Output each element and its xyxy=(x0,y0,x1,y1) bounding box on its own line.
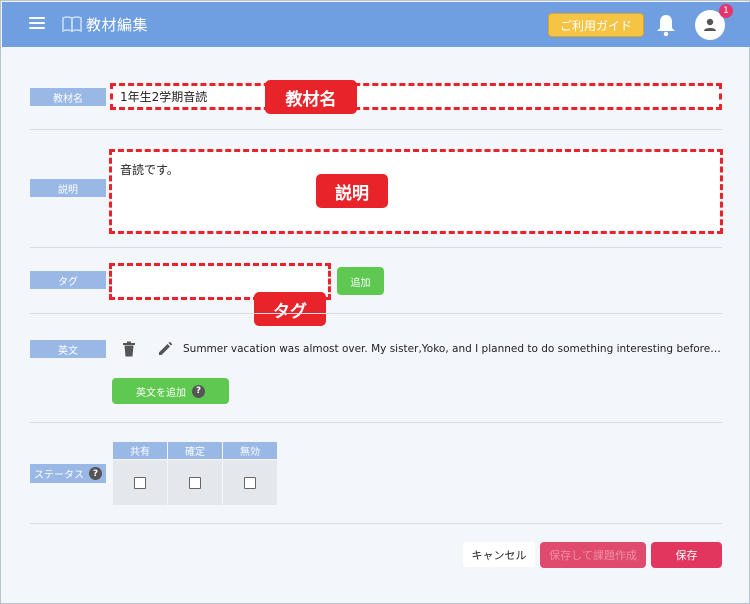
divider xyxy=(30,129,722,130)
status-col-shared: 共有 xyxy=(113,442,167,459)
page-title: 教材編集 xyxy=(86,16,149,34)
divider xyxy=(30,247,722,248)
help-icon[interactable]: ? xyxy=(192,384,205,398)
book-icon xyxy=(62,16,82,33)
menu-icon[interactable] xyxy=(29,17,45,31)
status-col-disabled: 無効 xyxy=(223,442,277,459)
bell-icon[interactable] xyxy=(655,13,677,37)
guide-button[interactable]: ご利用ガイド xyxy=(548,13,644,37)
help-icon[interactable]: ? xyxy=(89,467,102,480)
english-sentence[interactable]: Summer vacation was almost over. My sist… xyxy=(183,343,723,355)
save-button[interactable]: 保存 xyxy=(651,542,722,568)
divider xyxy=(30,422,722,423)
divider xyxy=(30,313,722,314)
tag-annotation: タグ xyxy=(254,292,326,326)
notification-badge: 1 xyxy=(719,4,733,18)
add-english-label: 英文を追加 xyxy=(136,387,186,399)
status-col-confirmed: 確定 xyxy=(168,442,222,459)
app-header: 教材編集 ご利用ガイド 1 xyxy=(2,2,750,47)
divider xyxy=(30,523,722,524)
confirmed-checkbox[interactable] xyxy=(189,476,201,489)
add-english-button[interactable]: 英文を追加 ? xyxy=(112,378,229,404)
shared-checkbox[interactable] xyxy=(134,476,146,489)
add-tag-button[interactable]: 追加 xyxy=(337,267,384,295)
name-label: 教材名 xyxy=(30,88,106,106)
name-highlight xyxy=(110,83,722,110)
status-label: ステータス ? xyxy=(30,464,106,483)
description-highlight xyxy=(109,149,723,234)
status-cell xyxy=(223,460,277,505)
tag-label: タグ xyxy=(30,271,106,289)
save-and-create-task-button[interactable]: 保存して課題作成 xyxy=(540,542,646,568)
description-label: 説明 xyxy=(30,179,106,197)
pencil-icon[interactable] xyxy=(157,341,173,357)
status-cell xyxy=(168,460,222,505)
status-label-text: ステータス xyxy=(34,470,84,481)
trash-icon[interactable] xyxy=(122,341,136,357)
app-frame: 教材編集 ご利用ガイド 1 教材名 1年生2学期音読 教材名 説明 音読です。 … xyxy=(0,0,750,604)
description-annotation: 説明 xyxy=(316,174,388,208)
user-icon xyxy=(704,18,716,31)
english-label: 英文 xyxy=(30,340,106,358)
name-annotation: 教材名 xyxy=(265,80,357,114)
cancel-button[interactable]: キャンセル xyxy=(463,542,535,567)
disabled-checkbox[interactable] xyxy=(244,476,256,489)
status-cell xyxy=(113,460,167,505)
